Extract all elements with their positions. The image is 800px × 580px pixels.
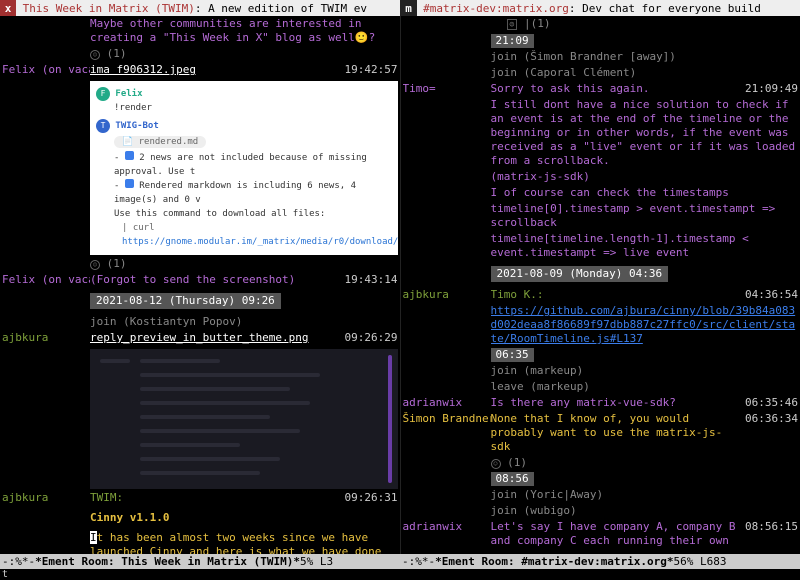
date-divider: 2021-08-12 (Thursday) 09:26 bbox=[90, 293, 281, 309]
timestamp: 19:43:14 bbox=[338, 273, 398, 287]
timestamp: 08:56:15 bbox=[738, 520, 798, 548]
timo-msg-3: I of course can check the timestamps bbox=[491, 186, 799, 200]
timo-msg-1: I still dont have a nice solution to che… bbox=[491, 98, 799, 168]
sender-adrianwix: adrianwix bbox=[403, 396, 491, 410]
reply-preview-image[interactable] bbox=[90, 349, 398, 489]
sender-adrianwix-2: adrianwix bbox=[403, 520, 491, 548]
sender-felix: Felix (on vaca bbox=[2, 63, 90, 77]
sender-timo: Timo= bbox=[403, 82, 491, 96]
timok-ref: Timo K.: bbox=[491, 288, 739, 302]
right-pane: m #matrix-dev:matrix.org: Dev chat for e… bbox=[401, 0, 800, 554]
prev-reaction: ☺ (1) bbox=[90, 47, 398, 61]
sender-simon: Šimon Brandner bbox=[403, 412, 491, 454]
adrian-msg-2: Let's say I have company A, company B an… bbox=[491, 520, 739, 548]
twim-tab-icon: x bbox=[0, 0, 16, 16]
join-event: join (wubigo) bbox=[491, 504, 799, 518]
timestamp: 04:36:54 bbox=[738, 288, 798, 302]
date-divider: 2021-08-09 (Monday) 04:36 bbox=[491, 266, 669, 282]
left-tab-text: This Week in Matrix (TWIM): A new editio… bbox=[16, 2, 367, 15]
timo-msg-5: timeline[timeline.length-1].timestamp < … bbox=[491, 232, 799, 260]
timestamp: 06:35:46 bbox=[738, 396, 798, 410]
join-event: join (Kostiantyn Popov) bbox=[90, 315, 398, 329]
timo-msg-2: (matrix-js-sdk) bbox=[491, 170, 799, 184]
timestamp: 21:09:49 bbox=[738, 82, 798, 96]
sender-felix-2: Felix (on vaca bbox=[2, 273, 90, 287]
twim-heading: TWIM: bbox=[90, 491, 338, 505]
left-content[interactable]: Maybe other communities are interested i… bbox=[0, 16, 400, 554]
timestamp: 06:36:34 bbox=[738, 412, 798, 454]
right-tab-text: #matrix-dev:matrix.org: Dev chat for eve… bbox=[417, 2, 761, 15]
left-tab-bar[interactable]: x This Week in Matrix (TWIM): A new edit… bbox=[0, 0, 400, 16]
reply-image-name: reply_preview_in_butter_theme.png bbox=[90, 331, 338, 345]
sender-ajbkura-2: ajbkura bbox=[2, 491, 90, 505]
right-modeline: -:%*- *Ement Room: #matrix-dev:matrix.or… bbox=[400, 554, 800, 569]
timestamp: 19:42:57 bbox=[338, 63, 398, 77]
time-divider: 06:35 bbox=[491, 348, 534, 362]
prev-message: Maybe other communities are interested i… bbox=[90, 17, 398, 45]
join-event: join (markeup) bbox=[491, 364, 799, 378]
timestamp: 09:26:29 bbox=[338, 331, 398, 345]
prev-reaction: ☺ |(1) bbox=[491, 17, 799, 32]
leave-event: leave (markeup) bbox=[491, 380, 799, 394]
time-divider: 21:09 bbox=[491, 34, 534, 48]
join-event: join (Šimon Brandner [away]) bbox=[491, 50, 799, 64]
github-link[interactable]: https://github.com/ajbura/cinny/blob/39b… bbox=[491, 304, 799, 346]
time-divider: 08:56 bbox=[491, 472, 534, 486]
simon-answer: None that I know of, you would probably … bbox=[491, 412, 739, 454]
matrix-tab-icon: m bbox=[401, 0, 417, 16]
right-content[interactable]: ☺ |(1) 21:09 join (Šimon Brandner [away]… bbox=[401, 16, 800, 554]
timo-msg-4: timeline[0].timestamp > event.timestampt… bbox=[491, 202, 799, 230]
cinny-heading: Cinny v1.1.0 bbox=[90, 511, 398, 525]
image-filename: ima f906312.jpeg bbox=[90, 63, 338, 77]
sender-ajbkura: ajbkura bbox=[403, 288, 491, 302]
simon-reaction: ☺ (1) bbox=[491, 456, 799, 470]
adrian-question: Is there any matrix-vue-sdk? bbox=[491, 396, 739, 410]
timo-msg-0: Sorry to ask this again. bbox=[491, 82, 739, 96]
cinny-body: It has been almost two weeks since we ha… bbox=[90, 531, 398, 554]
minibuffer[interactable]: t bbox=[0, 569, 800, 579]
right-tab-bar[interactable]: m #matrix-dev:matrix.org: Dev chat for e… bbox=[401, 0, 800, 16]
img-reaction: ☺ (1) bbox=[90, 257, 398, 271]
left-pane: x This Week in Matrix (TWIM): A new edit… bbox=[0, 0, 400, 554]
forgot-msg: (Forgot to send the screenshot) bbox=[90, 273, 338, 287]
join-event: join (Caporal Clément) bbox=[491, 66, 799, 80]
left-modeline: -:%*- *Ement Room: This Week in Matrix (… bbox=[0, 554, 400, 569]
timestamp: 09:26:31 bbox=[338, 491, 398, 505]
rendered-card-image[interactable]: F Felix !render T TWIG-Bot 📄 rendered.md… bbox=[90, 81, 398, 255]
join-event: join (Yoric|Away) bbox=[491, 488, 799, 502]
sender-ajbkura: ajbkura bbox=[2, 331, 90, 345]
